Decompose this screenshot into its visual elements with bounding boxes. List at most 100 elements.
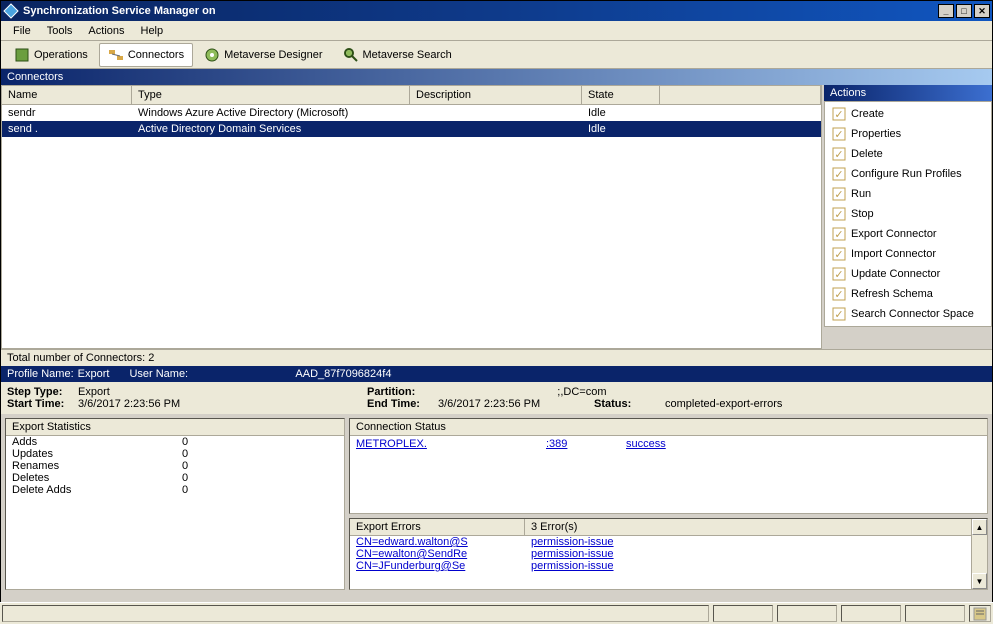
export-statistics-panel: Export Statistics Adds0 Updates0 Renames… (5, 418, 345, 590)
stat-row: Delete Adds0 (6, 484, 344, 496)
toolbar-connectors[interactable]: Connectors (99, 43, 193, 67)
error-row[interactable]: CN=edward.walton@Spermission-issue (350, 536, 987, 548)
error-cn[interactable]: CN=JFunderburg@Se (356, 560, 531, 572)
svg-text:✓: ✓ (834, 209, 843, 221)
toolbar-metaverse-designer[interactable]: Metaverse Designer (195, 43, 331, 67)
toolbar-label: Operations (34, 49, 88, 61)
window-title: Synchronization Service Manager on (23, 5, 938, 17)
connection-port[interactable]: :389 (546, 438, 626, 450)
scrollbar[interactable]: ▲ ▼ (971, 519, 987, 589)
grid-body[interactable]: sendr Windows Azure Active Directory (Mi… (2, 105, 821, 334)
svg-text:✓: ✓ (834, 269, 843, 281)
menu-help[interactable]: Help (133, 23, 172, 39)
action-label: Run (851, 188, 871, 200)
run-details: Step Type:Export Start Time:3/6/2017 2:2… (1, 382, 992, 414)
error-cn[interactable]: CN=edward.walton@S (356, 536, 531, 548)
col-state[interactable]: State (582, 86, 660, 104)
action-configure-run-profiles[interactable]: ✓ Configure Run Profiles (827, 164, 989, 184)
action-create[interactable]: ✓Create (827, 104, 989, 124)
status-segment (2, 605, 709, 622)
action-delete[interactable]: ✓Delete (827, 144, 989, 164)
export-errors-count: 3 Error(s) (525, 519, 987, 535)
col-description[interactable]: Description (410, 86, 582, 104)
export-errors-header: Export Errors (350, 519, 525, 535)
cell-desc (410, 122, 582, 136)
connector-count: Total number of Connectors: 2 (1, 349, 992, 366)
toolbar: Operations Connectors Metaverse Designer… (1, 41, 992, 69)
close-button[interactable]: ✕ (974, 4, 990, 18)
svg-text:✓: ✓ (834, 129, 843, 141)
action-import-connector[interactable]: ✓ Import Connector (827, 244, 989, 264)
lower-panels: Export Statistics Adds0 Updates0 Renames… (1, 414, 992, 594)
stat-label: Renames (12, 460, 182, 472)
status-label: Status: (594, 398, 659, 410)
minimize-button[interactable]: _ (938, 4, 954, 18)
status-icon[interactable] (969, 605, 991, 622)
status-segment (841, 605, 901, 622)
connection-status-header: Connection Status (350, 419, 987, 436)
action-label: Export Connector (851, 228, 937, 240)
action-stop[interactable]: ✓Stop (827, 204, 989, 224)
update-icon: ✓ (831, 266, 847, 282)
grid-header: Name Type Description State (2, 86, 821, 105)
title-bar: Synchronization Service Manager on _ □ ✕ (1, 1, 992, 21)
action-export-connector[interactable]: ✓ Export Connector (827, 224, 989, 244)
col-name[interactable]: Name (2, 86, 132, 104)
error-row[interactable]: CN=ewalton@SendRepermission-issue (350, 548, 987, 560)
stat-label: Delete Adds (12, 484, 182, 496)
stat-value: 0 (182, 436, 188, 448)
svg-text:✓: ✓ (834, 109, 843, 121)
table-row[interactable]: send . Active Directory Domain Services … (2, 121, 821, 137)
action-label: Import Connector (851, 248, 936, 260)
action-update-connector[interactable]: ✓Update Connector (827, 264, 989, 284)
connectors-icon (108, 47, 124, 63)
menu-bar: File Tools Actions Help (1, 21, 992, 41)
error-type[interactable]: permission-issue (531, 560, 614, 572)
status-segment (905, 605, 965, 622)
toolbar-metaverse-search[interactable]: Metaverse Search (334, 43, 461, 67)
operations-icon (14, 47, 30, 63)
stat-label: Updates (12, 448, 182, 460)
svg-text:✓: ✓ (834, 169, 843, 181)
connection-result[interactable]: success (626, 438, 666, 450)
connection-row: METROPLEX. :389 success (350, 436, 987, 452)
error-cn[interactable]: CN=ewalton@SendRe (356, 548, 531, 560)
toolbar-operations[interactable]: Operations (5, 43, 97, 67)
svg-text:✓: ✓ (834, 229, 843, 241)
maximize-button[interactable]: □ (956, 4, 972, 18)
action-properties[interactable]: ✓Properties (827, 124, 989, 144)
cell-type: Windows Azure Active Directory (Microsof… (132, 106, 410, 120)
svg-text:✓: ✓ (834, 249, 843, 261)
action-refresh-schema[interactable]: ✓Refresh Schema (827, 284, 989, 304)
app-icon (3, 3, 19, 19)
error-type[interactable]: permission-issue (531, 536, 614, 548)
actions-header: Actions (824, 85, 992, 101)
action-run[interactable]: ✓Run (827, 184, 989, 204)
error-row[interactable]: CN=JFunderburg@Sepermission-issue (350, 560, 987, 572)
col-spacer (660, 86, 821, 104)
profile-name-label: Profile Name: (7, 368, 74, 380)
error-type[interactable]: permission-issue (531, 548, 614, 560)
svg-text:✓: ✓ (834, 149, 843, 161)
start-time-label: Start Time: (7, 398, 72, 410)
scroll-down-button[interactable]: ▼ (972, 573, 987, 589)
col-type[interactable]: Type (132, 86, 410, 104)
connectors-header: Connectors (1, 69, 992, 85)
table-row[interactable]: sendr Windows Azure Active Directory (Mi… (2, 105, 821, 121)
connection-host[interactable]: METROPLEX. (356, 438, 546, 450)
action-label: Configure Run Profiles (851, 168, 962, 180)
mv-designer-icon (204, 47, 220, 63)
import-icon: ✓ (831, 246, 847, 262)
connection-status-panel: Connection Status METROPLEX. :389 succes… (349, 418, 988, 514)
stat-label: Deletes (12, 472, 182, 484)
stat-row: Renames0 (6, 460, 344, 472)
action-label: Refresh Schema (851, 288, 933, 300)
window-buttons: _ □ ✕ (938, 4, 990, 18)
action-search-connector-space[interactable]: ✓Search Connector Space (827, 304, 989, 324)
cell-state: Idle (582, 122, 660, 136)
menu-file[interactable]: File (5, 23, 39, 39)
menu-tools[interactable]: Tools (39, 23, 81, 39)
scroll-up-button[interactable]: ▲ (972, 519, 987, 535)
menu-actions[interactable]: Actions (80, 23, 132, 39)
step-type-label: Step Type: (7, 386, 72, 398)
